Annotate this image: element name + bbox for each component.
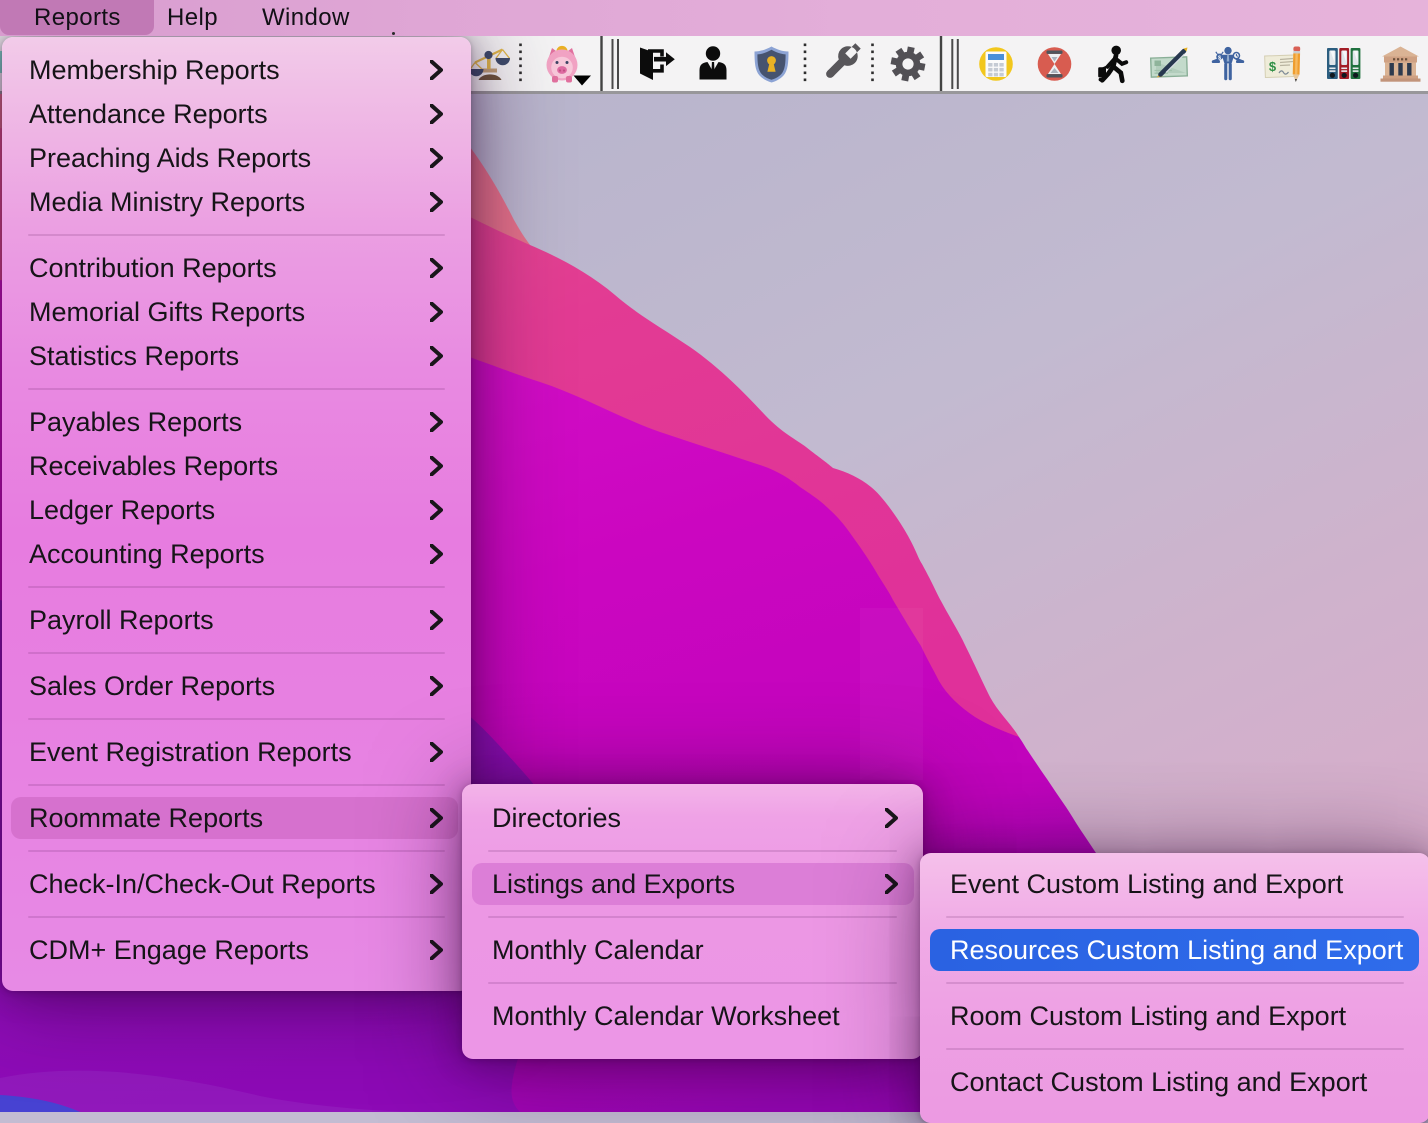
svg-text:$: $ bbox=[1218, 55, 1221, 61]
svg-text:$: $ bbox=[1269, 59, 1277, 74]
